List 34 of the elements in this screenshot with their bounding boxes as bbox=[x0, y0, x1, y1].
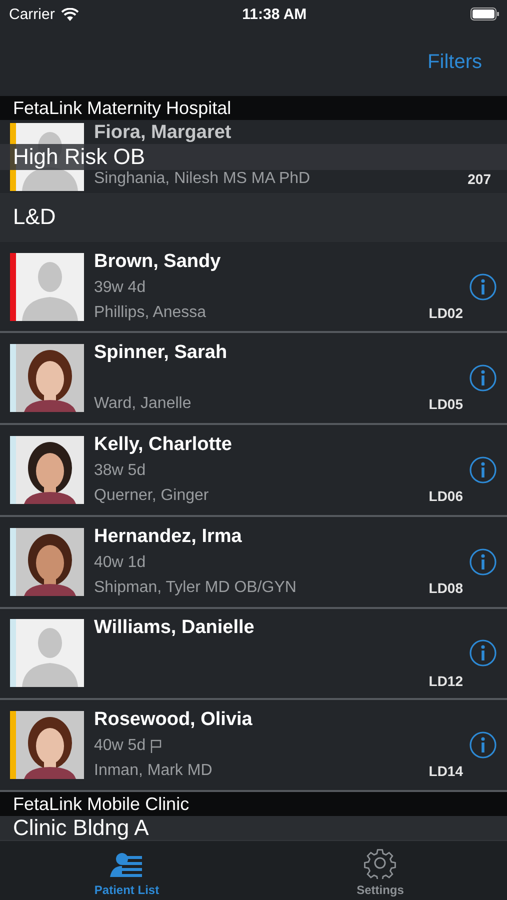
carrier-name: Carrier bbox=[9, 6, 55, 22]
room-number: LD08 bbox=[428, 580, 463, 596]
room-number: LD12 bbox=[428, 673, 463, 690]
patient-name: Rosewood, Olivia bbox=[94, 709, 254, 732]
provider-name: Phillips, Anessa bbox=[94, 302, 206, 322]
gestational-age: 38w 5d bbox=[94, 460, 146, 481]
gestational-age: 40w 1d bbox=[94, 552, 146, 573]
unit-header: L&D bbox=[0, 192, 507, 242]
room-number: LD14 bbox=[428, 763, 463, 780]
patient-name: Williams, Danielle bbox=[94, 617, 256, 640]
tab[interactable]: Patient List bbox=[0, 841, 254, 900]
filters-button[interactable]: Filters bbox=[428, 50, 482, 74]
facility-header: FetaLink Maternity Hospital bbox=[0, 96, 507, 120]
patient-name: Brown, Sandy bbox=[94, 250, 222, 272]
tab[interactable]: Settings bbox=[254, 841, 507, 900]
provider-name: Singhania, Nilesh MS MA PhD bbox=[94, 169, 310, 189]
provider-name: Ward, Janelle bbox=[94, 394, 192, 414]
unit-header: Clinic Bldng A bbox=[0, 816, 507, 840]
room-number: LD06 bbox=[428, 488, 463, 504]
facility-header: FetaLink Mobile Clinic bbox=[0, 792, 507, 816]
gestational-age: 40w 5d bbox=[94, 736, 146, 756]
patient-name: Kelly, Charlotte bbox=[94, 434, 233, 456]
room-number: LD02 bbox=[428, 304, 463, 320]
gestational-age: 39w 4d bbox=[94, 278, 146, 298]
patient-name: Hernandez, Irma bbox=[94, 526, 243, 548]
patient-name: Fiora, Margaret bbox=[94, 122, 232, 144]
provider-name: Querner, Ginger bbox=[94, 486, 209, 506]
room-number: LD05 bbox=[428, 396, 463, 412]
provider-name: Inman, Mark MD bbox=[94, 761, 212, 782]
room-number: 207 bbox=[468, 171, 491, 187]
status-time: 11:38 AM bbox=[241, 6, 308, 22]
patient-name: Spinner, Sarah bbox=[94, 342, 228, 364]
unit-header: High Risk OB bbox=[0, 144, 507, 170]
provider-name: Shipman, Tyler MD OB/GYN bbox=[94, 578, 296, 598]
